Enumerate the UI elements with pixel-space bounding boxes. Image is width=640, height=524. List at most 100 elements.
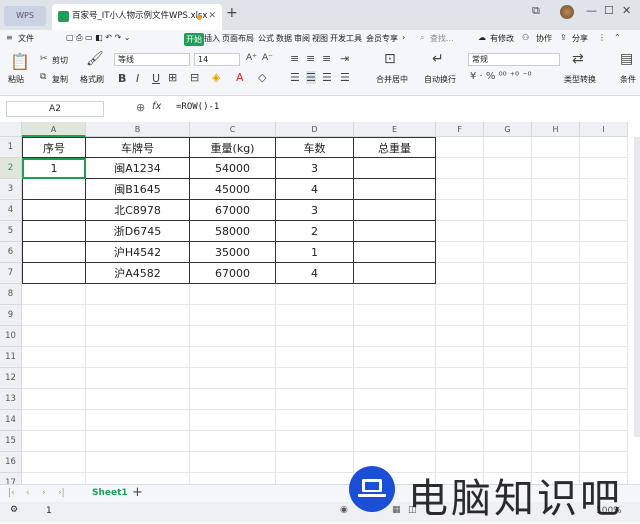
sheet-next-icon[interactable]: › (42, 488, 46, 498)
grid-cell[interactable] (580, 305, 628, 326)
grid-cell[interactable] (532, 284, 580, 305)
new-tab-icon[interactable]: + (226, 5, 238, 21)
grid-cell[interactable] (22, 410, 86, 431)
row-header-8[interactable]: 8 (0, 284, 22, 305)
grid-cell[interactable] (190, 410, 276, 431)
grid-cell[interactable] (532, 368, 580, 389)
row-header-4[interactable]: 4 (0, 200, 22, 221)
grid-cell[interactable] (580, 137, 628, 158)
grid-cell[interactable] (580, 347, 628, 368)
column-header-E[interactable]: E (354, 122, 436, 137)
font-name-select[interactable]: 等线 (114, 53, 190, 66)
align-center-icon[interactable]: ☰ (306, 71, 316, 84)
grid-cell[interactable] (354, 389, 436, 410)
paste-button[interactable]: 粘贴 (8, 74, 24, 85)
table-cell[interactable] (354, 221, 436, 242)
grid-cell[interactable] (354, 410, 436, 431)
grid-cell[interactable] (532, 200, 580, 221)
row-header-12[interactable]: 12 (0, 368, 22, 389)
merge-center-button[interactable]: 合并居中 (376, 74, 408, 85)
share-button[interactable]: 分享 (572, 33, 588, 44)
grid-cell[interactable] (276, 431, 354, 452)
type-convert-icon[interactable]: ⇄ (572, 51, 584, 67)
grid-cell[interactable] (190, 347, 276, 368)
sheet-tab[interactable]: Sheet1 (92, 488, 128, 498)
grid-cell[interactable] (484, 200, 532, 221)
grid-cell[interactable] (190, 305, 276, 326)
column-header-F[interactable]: F (436, 122, 484, 137)
grid-cell[interactable] (22, 347, 86, 368)
grid-cell[interactable] (22, 305, 86, 326)
column-header-D[interactable]: D (276, 122, 354, 137)
underline-button[interactable]: U (152, 72, 160, 85)
grid-cell[interactable] (436, 431, 484, 452)
grid-cell[interactable] (532, 305, 580, 326)
grid-cell[interactable] (276, 305, 354, 326)
menu-start[interactable]: 开始 (184, 33, 204, 46)
table-cell[interactable] (354, 242, 436, 263)
grid-cell[interactable] (532, 389, 580, 410)
menu-file[interactable]: 文件 (18, 33, 34, 44)
row-header-15[interactable]: 15 (0, 431, 22, 452)
grid-cell[interactable] (22, 389, 86, 410)
row-header-11[interactable]: 11 (0, 347, 22, 368)
table-cell[interactable]: 浙D6745 (86, 221, 190, 242)
table-cell[interactable] (22, 242, 86, 263)
font-size-select[interactable]: 14 (194, 53, 240, 66)
table-cell[interactable] (354, 200, 436, 221)
active-cell-A2[interactable]: 1 (22, 158, 86, 179)
grid-cell[interactable] (532, 221, 580, 242)
close-tab-icon[interactable]: ✕ (208, 4, 216, 28)
table-cell[interactable]: 北C8978 (86, 200, 190, 221)
column-header-G[interactable]: G (484, 122, 532, 137)
grid-cell[interactable] (436, 368, 484, 389)
table-cell[interactable]: 67000 (190, 200, 276, 221)
sheet-first-icon[interactable]: |‹ (8, 488, 15, 498)
grid-cell[interactable] (580, 200, 628, 221)
column-header-A[interactable]: A (22, 122, 86, 137)
table-header-cell[interactable]: 序号 (22, 137, 86, 158)
row-header-14[interactable]: 14 (0, 410, 22, 431)
table-cell[interactable]: 67000 (190, 263, 276, 284)
row-header-13[interactable]: 13 (0, 389, 22, 410)
wrap-text-icon[interactable]: ↵ (432, 51, 444, 67)
grid-cell[interactable] (580, 284, 628, 305)
italic-button[interactable]: I (136, 72, 139, 85)
grow-font-icon[interactable]: A⁺ (246, 53, 257, 63)
grid-cell[interactable] (276, 410, 354, 431)
grid-cell[interactable] (580, 179, 628, 200)
row-header-7[interactable]: 7 (0, 263, 22, 284)
menu-layout[interactable]: 页面布局 (222, 33, 254, 44)
grid-cell[interactable] (190, 368, 276, 389)
more-menu-icon[interactable]: › (402, 33, 405, 42)
grid-cell[interactable] (484, 305, 532, 326)
grid-cell[interactable] (354, 305, 436, 326)
grid-cell[interactable] (532, 263, 580, 284)
grid-cell[interactable] (580, 221, 628, 242)
row-header-1[interactable]: 1 (0, 137, 22, 158)
indent-icon[interactable]: ⇥ (340, 52, 349, 65)
grid-cell[interactable] (190, 431, 276, 452)
font-color-icon[interactable]: A (236, 71, 244, 84)
conditional-format-button[interactable]: 条件 (620, 74, 636, 85)
grid-cell[interactable] (190, 473, 276, 484)
grid-cell[interactable] (86, 431, 190, 452)
grid-cell[interactable] (22, 368, 86, 389)
grid-cell[interactable] (484, 326, 532, 347)
grid-cell[interactable] (86, 368, 190, 389)
vertical-scrollbar[interactable] (634, 137, 640, 437)
cut-button[interactable]: 剪切 (52, 55, 68, 66)
grid-cell[interactable] (22, 431, 86, 452)
table-cell[interactable]: 沪A4582 (86, 263, 190, 284)
search-box[interactable]: 查找... (430, 33, 454, 44)
more-options-icon[interactable]: ⋮ (598, 33, 606, 42)
grid-cell[interactable] (580, 242, 628, 263)
table-cell[interactable] (354, 179, 436, 200)
grid-cell[interactable] (22, 473, 86, 484)
toolbar-quick-icons[interactable]: ▢ ⎙ ▭ ◧ ↶ ↷ ⌄ (66, 33, 130, 43)
grid-cell[interactable] (580, 326, 628, 347)
type-convert-button[interactable]: 类型转换 (564, 74, 596, 85)
grid-cell[interactable] (190, 326, 276, 347)
table-cell[interactable] (354, 263, 436, 284)
grid-cell[interactable] (190, 284, 276, 305)
